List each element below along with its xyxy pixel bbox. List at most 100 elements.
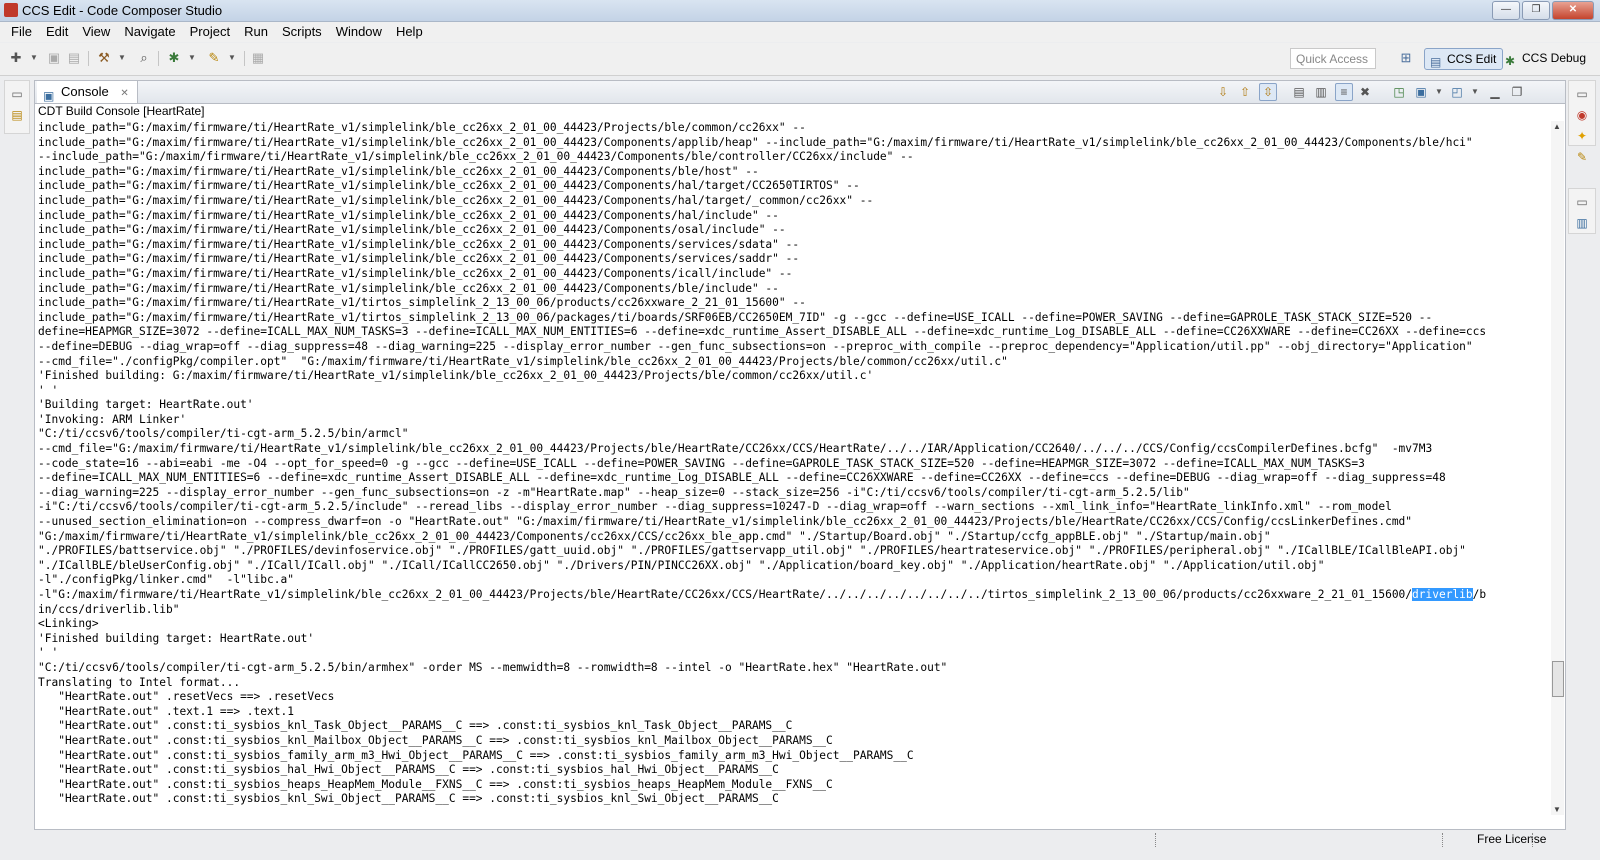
flash-dropdown-icon[interactable]: ▼ — [224, 50, 240, 66]
scroll-up-icon[interactable]: ⇧ — [1237, 84, 1253, 100]
console-scrollbar[interactable]: ▲ ▼ — [1551, 121, 1564, 815]
flash-icon[interactable]: ✎ — [206, 50, 222, 66]
console-line: "C:/ti/ccsv6/tools/compiler/ti-cgt-arm_5… — [38, 660, 948, 674]
debug-icon[interactable]: ✱ — [166, 50, 182, 66]
console-line-with-selection: -l"G:/maxim/firmware/ti/HeartRate_v1/sim… — [38, 588, 1514, 603]
perspective-ccs-debug[interactable]: ✱ CCS Debug — [1500, 48, 1592, 70]
scroll-up-arrow-icon[interactable]: ▲ — [1553, 122, 1561, 131]
console-line: <Linking> — [38, 617, 99, 631]
new-icon[interactable]: ✚ — [8, 50, 24, 66]
build-icon[interactable]: ⚒ — [96, 50, 112, 66]
toolbar-separator — [88, 51, 89, 66]
minimize-view-icon[interactable]: ▁ — [1487, 84, 1503, 100]
perspective-label: CCS Debug — [1522, 51, 1587, 65]
console-line: include_path="G:/maxim/firmware/ti/Heart… — [38, 296, 806, 310]
window-title: CCS Edit - Code Composer Studio — [22, 3, 223, 18]
close-icon[interactable]: ✕ — [120, 88, 128, 99]
console-line: Translating to Intel format... — [38, 675, 241, 689]
ccs-edit-icon: ▤ — [1430, 55, 1442, 69]
maximize-view-icon[interactable]: ❐ — [1509, 84, 1525, 100]
right-trim-stack-bottom: ▭ ▥ — [1568, 188, 1596, 234]
console-line: 'Invoking: ARM Linker' — [38, 412, 187, 426]
outline-icon[interactable]: ▥ — [1574, 215, 1590, 231]
console-text: -l"G:/maxim/firmware/ti/HeartRate_v1/sim… — [38, 588, 1413, 601]
new-console-dropdown-icon[interactable]: ▼ — [1467, 84, 1483, 100]
console-line: "HeartRate.out" .const:ti_sysbios_knl_Ta… — [38, 719, 793, 733]
problems-icon[interactable]: ◉ — [1574, 107, 1590, 123]
save-icon[interactable]: ▣ — [46, 50, 62, 66]
console-line: include_path="G:/maxim/firmware/ti/Heart… — [38, 266, 793, 280]
console-line: --code_state=16 --abi=eabi -me -O4 --opt… — [38, 456, 1365, 470]
menu-help[interactable]: Help — [389, 22, 430, 42]
restore-icon[interactable]: ▭ — [1574, 194, 1590, 210]
view-tab-bar: ▣ Console ✕ ⇩ ⇧ ⇳ ▤ ▥ ≡ ✖ ◳ ▣ ▼ ◰ ▼ ▁ ❐ — [35, 81, 1565, 104]
maximize-button[interactable]: ❐ — [1522, 1, 1550, 20]
display-console-dropdown-icon[interactable]: ▼ — [1431, 84, 1447, 100]
scroll-lock-icon[interactable]: ⇳ — [1259, 83, 1277, 101]
status-separator — [1155, 833, 1158, 847]
menu-scripts[interactable]: Scripts — [275, 22, 329, 42]
word-wrap-icon[interactable]: ≡ — [1335, 83, 1353, 101]
app-icon — [4, 3, 18, 17]
menu-edit[interactable]: Edit — [39, 22, 75, 42]
scroll-down-icon[interactable]: ⇩ — [1215, 84, 1231, 100]
debug-dropdown-icon[interactable]: ▼ — [184, 50, 200, 66]
console-line: --define=ICALL_MAX_NUM_ENTITIES=6 --defi… — [38, 471, 1446, 485]
status-bar: Free License — [0, 830, 1600, 860]
perspective-ccs-edit[interactable]: ▤ CCS Edit — [1424, 48, 1504, 70]
console-output[interactable]: include_path="G:/maxim/firmware/ti/Heart… — [38, 121, 1514, 819]
hint-icon[interactable]: ✦ — [1574, 128, 1590, 144]
console-line: define=HEAPMGR_SIZE=3072 --define=ICALL_… — [38, 325, 1487, 339]
console-line: --unused_section_elimination=on --compre… — [38, 515, 1413, 529]
save-all-icon[interactable]: ▤ — [66, 50, 82, 66]
tab-label: Console — [61, 84, 109, 99]
console-line: "G:/maxim/firmware/ti/HeartRate_v1/simpl… — [38, 529, 1271, 543]
license-status[interactable]: Free License — [1477, 832, 1546, 846]
status-separator — [1532, 833, 1535, 847]
menu-file[interactable]: File — [4, 22, 39, 42]
project-explorer-icon[interactable]: ▤ — [9, 107, 25, 123]
ccs-debug-icon: ✱ — [1505, 54, 1516, 68]
console-line: --include_path="G:/maxim/firmware/ti/Hea… — [38, 150, 914, 164]
console-toggle-icon[interactable]: ▦ — [250, 50, 266, 66]
console-line: include_path="G:/maxim/firmware/ti/Heart… — [38, 135, 1473, 149]
menu-bar: File Edit View Navigate Project Run Scri… — [0, 22, 1600, 42]
menu-view[interactable]: View — [75, 22, 117, 42]
status-separator — [1442, 833, 1445, 847]
restore-icon[interactable]: ▭ — [9, 86, 25, 102]
console-line: 'Building target: HeartRate.out' — [38, 398, 254, 412]
scroll-down-arrow-icon[interactable]: ▼ — [1553, 805, 1561, 814]
task-icon[interactable]: ✎ — [1574, 149, 1590, 165]
display-console-icon[interactable]: ▣ — [1413, 84, 1429, 100]
console-text: /b — [1472, 588, 1487, 601]
quick-access-input[interactable]: Quick Access — [1290, 48, 1376, 69]
remove-launch-icon[interactable]: ✖ — [1357, 84, 1373, 100]
menu-project[interactable]: Project — [183, 22, 237, 42]
pin-console-icon[interactable]: ▥ — [1313, 84, 1329, 100]
window-controls: — ❐ ✕ — [1492, 1, 1594, 20]
close-button[interactable]: ✕ — [1552, 1, 1594, 20]
build-dropdown-icon[interactable]: ▼ — [114, 50, 130, 66]
minimize-button[interactable]: — — [1492, 1, 1520, 20]
clear-console-icon[interactable]: ▤ — [1291, 84, 1307, 100]
console-line: include_path="G:/maxim/firmware/ti/Heart… — [38, 208, 779, 222]
right-trim-stack-top: ▭ ◉ ✦ ✎ — [1568, 80, 1596, 164]
console-line: -i"C:/ti/ccsv6/tools/compiler/ti-cgt-arm… — [38, 500, 1392, 514]
open-console-icon[interactable]: ◳ — [1391, 84, 1407, 100]
console-line: 'Finished building target: HeartRate.out… — [38, 631, 315, 645]
open-perspective-icon[interactable]: ⊞ — [1398, 50, 1414, 66]
restore-icon[interactable]: ▭ — [1574, 86, 1590, 102]
search-icon[interactable]: ⌕ — [136, 50, 152, 66]
console-view: ▣ Console ✕ ⇩ ⇧ ⇳ ▤ ▥ ≡ ✖ ◳ ▣ ▼ ◰ ▼ ▁ ❐ … — [34, 80, 1566, 830]
console-line: ' ' — [38, 646, 59, 660]
tab-console[interactable]: ▣ Console ✕ — [37, 81, 138, 103]
menu-run[interactable]: Run — [237, 22, 275, 42]
console-title: CDT Build Console [HeartRate] — [38, 104, 205, 118]
new-dropdown-icon[interactable]: ▼ — [26, 50, 42, 66]
console-line: include_path="G:/maxim/firmware/ti/Heart… — [38, 121, 806, 134]
scrollbar-thumb[interactable] — [1552, 661, 1564, 697]
menu-navigate[interactable]: Navigate — [117, 22, 182, 42]
new-console-icon[interactable]: ◰ — [1449, 84, 1465, 100]
menu-window[interactable]: Window — [329, 22, 389, 42]
console-line: "HeartRate.out" .const:ti_sysbios_family… — [38, 748, 914, 762]
